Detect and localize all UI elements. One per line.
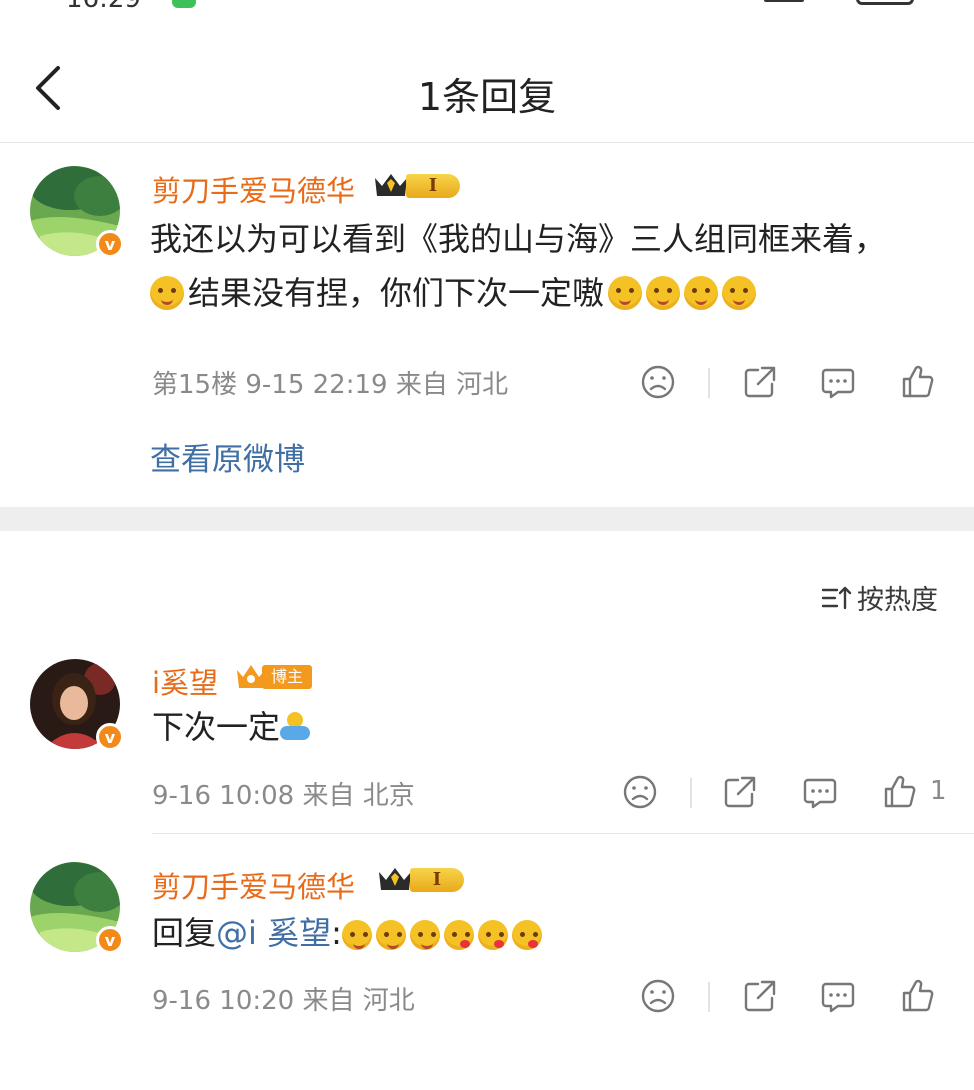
comment-icon xyxy=(821,368,855,399)
divider xyxy=(152,833,974,834)
hug-emoji-icon xyxy=(280,712,311,742)
verified-icon: v xyxy=(96,723,124,751)
view-original-link[interactable]: 查看原微博 xyxy=(150,434,305,479)
frown-icon xyxy=(623,775,657,809)
mention-link[interactable]: @i 奚望 xyxy=(216,914,331,952)
reply-meta: 9-16 10:20 来自 河北 xyxy=(152,986,415,1016)
avatar[interactable]: v xyxy=(30,659,124,751)
frown-icon xyxy=(641,365,675,399)
status-indicator xyxy=(172,0,196,8)
member-level-badge[interactable]: I xyxy=(376,864,466,894)
level-label: I xyxy=(406,174,460,198)
status-time: 16:29 xyxy=(66,0,141,14)
reply-meta: 9-16 10:08 来自 北京 xyxy=(152,781,415,811)
shy-emoji-icon xyxy=(375,920,406,950)
shy-emoji-icon xyxy=(341,920,372,950)
sort-icon xyxy=(821,586,852,609)
separator xyxy=(708,368,710,398)
smile-emoji-icon xyxy=(646,276,681,310)
status-bar: 16:29 xyxy=(0,0,974,14)
comment-text-line2: 结果没有捏，你们下次一定嗷 xyxy=(150,266,760,320)
comment-icon xyxy=(821,982,855,1013)
level-label: I xyxy=(410,868,464,892)
comment-text-line1: 我还以为可以看到《我的山与海》三人组同框来着， xyxy=(150,220,887,258)
verified-icon: v xyxy=(96,926,124,954)
comment-button[interactable] xyxy=(818,976,858,1016)
heart-emoji-icon xyxy=(443,920,474,950)
smile-emoji-icon xyxy=(608,276,643,310)
signal-icon xyxy=(764,0,804,2)
smile-emoji-icon xyxy=(684,276,719,310)
avatar[interactable]: v xyxy=(30,166,124,258)
heart-emoji-icon xyxy=(511,920,542,950)
like-button[interactable] xyxy=(898,362,938,402)
like-button[interactable] xyxy=(880,772,920,812)
share-button[interactable] xyxy=(740,362,780,402)
comment-icon xyxy=(803,778,837,809)
separator xyxy=(690,778,692,808)
reply-text: 下次一定 xyxy=(152,700,311,754)
username[interactable]: 剪刀手爱马德华 xyxy=(152,168,355,210)
author-label: 博主 xyxy=(262,665,312,689)
avatar[interactable]: v xyxy=(30,862,124,954)
reply-colon: : xyxy=(331,914,342,952)
dislike-button[interactable] xyxy=(638,976,678,1016)
share-button[interactable] xyxy=(740,976,780,1016)
crown-icon xyxy=(375,174,407,196)
reply-text-content: 下次一定 xyxy=(152,708,281,746)
status-icons xyxy=(764,0,914,5)
like-button[interactable] xyxy=(898,976,938,1016)
cry-emoji-icon xyxy=(150,276,184,310)
comment-button[interactable] xyxy=(818,362,858,402)
reply-text: 回复@i 奚望: xyxy=(152,906,546,960)
comment-button[interactable] xyxy=(800,772,840,812)
frown-icon xyxy=(641,979,675,1013)
like-count: 1 xyxy=(930,776,947,806)
sort-label: 按热度 xyxy=(857,585,938,616)
header: 1条回复 xyxy=(0,38,974,143)
thumbs-up-icon xyxy=(902,365,934,398)
sort-button[interactable]: 按热度 xyxy=(821,578,938,617)
share-button[interactable] xyxy=(720,772,760,812)
reply-prefix: 回复 xyxy=(152,914,217,952)
author-badge: 博主 xyxy=(234,661,314,691)
share-icon xyxy=(744,980,776,1012)
thumbs-up-icon xyxy=(884,775,916,808)
thumbs-up-icon xyxy=(902,979,934,1012)
username[interactable]: 剪刀手爱马德华 xyxy=(152,864,355,906)
heart-emoji-icon xyxy=(477,920,508,950)
verified-icon: v xyxy=(96,230,124,258)
share-icon xyxy=(724,776,756,808)
smile-emoji-icon xyxy=(722,276,757,310)
comment-text: 结果没有捏，你们下次一定嗷 xyxy=(188,274,605,312)
shy-emoji-icon xyxy=(409,920,440,950)
member-level-badge[interactable]: I xyxy=(372,170,462,200)
crown-icon xyxy=(379,868,411,890)
comment-meta: 第15楼 9-15 22:19 来自 河北 xyxy=(152,370,509,400)
dislike-button[interactable] xyxy=(620,772,660,812)
share-icon xyxy=(744,366,776,398)
separator xyxy=(708,982,710,1012)
battery-icon xyxy=(856,0,914,5)
section-divider xyxy=(0,507,974,531)
page-title: 1条回复 xyxy=(417,75,557,119)
dislike-button[interactable] xyxy=(638,362,678,402)
username[interactable]: i奚望 xyxy=(152,660,218,702)
